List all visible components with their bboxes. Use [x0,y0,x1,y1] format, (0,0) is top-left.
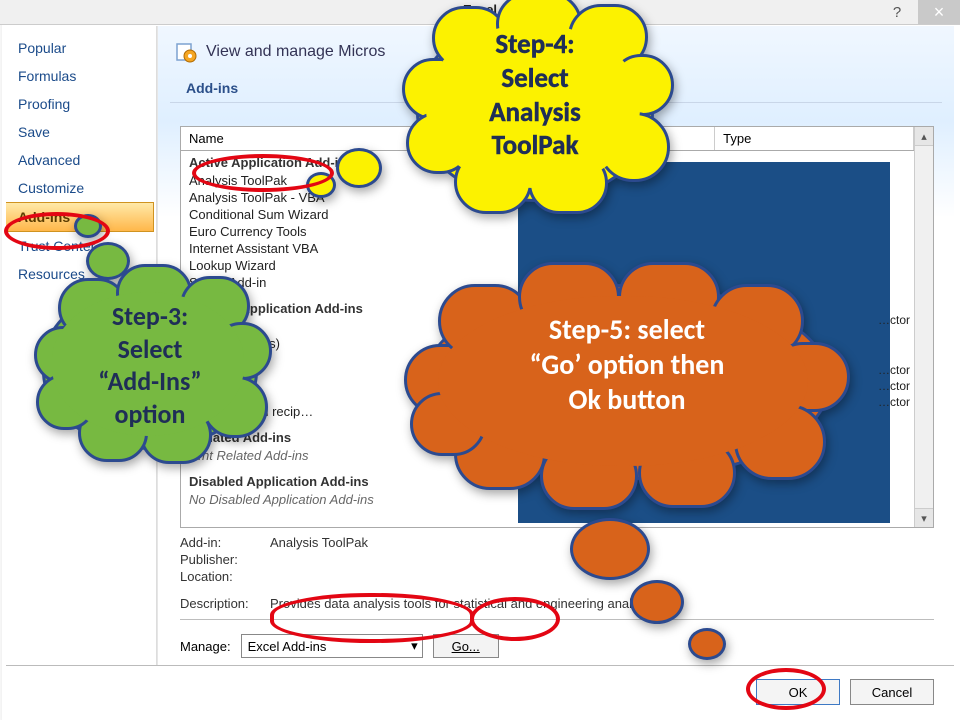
header-text: View and manage Micros [206,43,385,61]
detail-publisher-label: Publisher: [180,552,270,567]
col-type[interactable]: Type [715,127,914,150]
help-button[interactable]: ? [876,0,918,24]
detail-addin-value: Analysis ToolPak [270,535,368,550]
scroll-down-icon[interactable]: ▾ [915,508,933,527]
sidebar-item-advanced[interactable]: Advanced [6,146,156,174]
callout-step3-text: Step-3: Select “Add-Ins” option [64,300,236,430]
ok-button[interactable]: OK [756,679,840,705]
type-fragment: …ctor [878,395,910,409]
cancel-button[interactable]: Cancel [850,679,934,705]
callout-step5-text: Step-5: select “Go’ option then Ok butto… [472,312,782,417]
detail-addin-label: Add-in: [180,535,270,550]
gear-icon [174,40,198,64]
callout-step4: Step-4: Select Analysis ToolPak [398,0,674,222]
divider [180,619,934,620]
type-fragment: …ctor [878,363,910,377]
detail-description-label: Description: [180,596,270,611]
chevron-down-icon: ▾ [411,638,418,654]
callout-step5: Step-5: select “Go’ option then Ok butto… [398,254,858,514]
type-fragment: …ctor [878,379,910,393]
sidebar-item-popular[interactable]: Popular [6,34,156,62]
sidebar-item-save[interactable]: Save [6,118,156,146]
scrollbar[interactable]: ▴ ▾ [914,127,933,527]
type-fragment: …ctor [878,313,910,327]
close-button[interactable]: × [918,0,960,24]
sidebar-item-proofing[interactable]: Proofing [6,90,156,118]
addin-details: Add-in: Analysis ToolPak Publisher: Loca… [180,534,934,612]
callout-step4-text: Step-4: Select Analysis ToolPak [440,28,630,163]
callout-step3: Step-3: Select “Add-Ins” option [30,256,270,476]
detail-location-label: Location: [180,569,270,584]
manage-select-value: Excel Add-ins [248,639,327,654]
detail-description-value: Provides data analysis tools for statist… [270,596,654,611]
scroll-up-icon[interactable]: ▴ [915,127,933,146]
sidebar-item-customize[interactable]: Customize [6,174,156,202]
sidebar-item-formulas[interactable]: Formulas [6,62,156,90]
manage-select[interactable]: Excel Add-ins ▾ [241,634,423,658]
go-button[interactable]: Go... [433,634,499,658]
dialog-footer: OK Cancel [6,665,954,712]
manage-label: Manage: [180,639,231,654]
